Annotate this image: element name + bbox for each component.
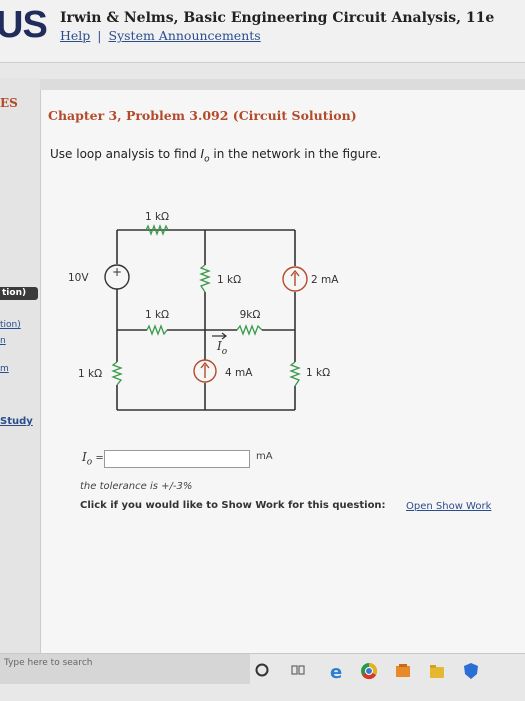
label-inner-right-resistor: 9kΩ [240, 309, 261, 321]
label-right-resistor: 1 kΩ [306, 367, 330, 379]
svg-text:e: e [330, 662, 342, 680]
taskbar-search-placeholder: Type here to search [4, 658, 93, 668]
open-show-work-link[interactable]: Open Show Work [406, 501, 491, 512]
link-separator: | [97, 28, 102, 43]
question-prefix: Use loop analysis to find [50, 147, 201, 161]
sidebar-item-1[interactable]: tion) [0, 320, 21, 330]
label-io: Io [216, 339, 228, 357]
app-shield-icon[interactable] [462, 662, 480, 680]
taskbar-icons: e [248, 662, 523, 688]
header-divider [0, 62, 525, 79]
chrome-browser-icon[interactable] [360, 662, 378, 680]
label-voltage-source: 10V [68, 272, 89, 284]
voltage-source: + [104, 264, 130, 290]
circuit-diagram: + 1 kΩ 10V 1 kΩ 2 mA 1 kΩ 9kΩ Io 1 kΩ 4 … [68, 211, 339, 411]
label-4ma-source: 4 mA [225, 367, 253, 379]
circuit-wires [116, 229, 296, 411]
resistor-left [111, 361, 123, 386]
chapter-title: Chapter 3, Problem 3.092 (Circuit Soluti… [48, 108, 357, 123]
current-source-2ma [282, 266, 308, 292]
answer-label: Io = [82, 450, 104, 467]
task-view-icon[interactable] [290, 662, 306, 678]
label-io-sub: o [222, 347, 228, 357]
io-answer-input[interactable] [104, 450, 250, 468]
sidebar-study-link[interactable]: Study [0, 416, 33, 427]
answer-label-eq: = [92, 453, 104, 464]
current-source-4ma [193, 359, 217, 383]
resistor-inner-left [146, 324, 168, 336]
sidebar-item-2[interactable]: n [0, 336, 6, 346]
header-links: Help | System Announcements [60, 28, 261, 43]
question-suffix: in the network in the figure. [209, 147, 382, 161]
sidebar-section-label: ES [0, 96, 18, 110]
voltage-plus: + [112, 265, 122, 279]
system-announcements-link[interactable]: System Announcements [109, 28, 261, 43]
app-icon[interactable] [394, 662, 412, 680]
label-middle-resistor: 1 kΩ [217, 274, 241, 286]
label-inner-left-resistor: 1 kΩ [145, 309, 169, 321]
edge-browser-icon[interactable]: e [328, 662, 346, 680]
show-work-prompt: Click if you would like to Show Work for… [80, 500, 386, 511]
sidebar-item-3[interactable]: m [0, 364, 9, 374]
resistor-right [289, 361, 301, 387]
app-folder-icon[interactable] [428, 662, 446, 680]
question-text: Use loop analysis to find Io in the netw… [50, 147, 381, 164]
label-top-resistor: 1 kΩ [145, 211, 169, 223]
answer-unit: mA [256, 451, 273, 462]
help-link[interactable]: Help [60, 28, 90, 43]
site-logo: US [0, 4, 48, 46]
resistor-middle [199, 264, 211, 293]
tolerance-text: the tolerance is +/-3% [80, 481, 193, 492]
book-title: Irwin & Nelms, Basic Engineering Circuit… [60, 10, 495, 26]
resistor-inner-right [236, 324, 263, 336]
label-left-resistor: 1 kΩ [78, 368, 102, 380]
label-2ma-source: 2 mA [311, 274, 339, 286]
cortana-icon[interactable] [254, 662, 270, 678]
sidebar-tab-active[interactable]: tion) [0, 287, 38, 300]
